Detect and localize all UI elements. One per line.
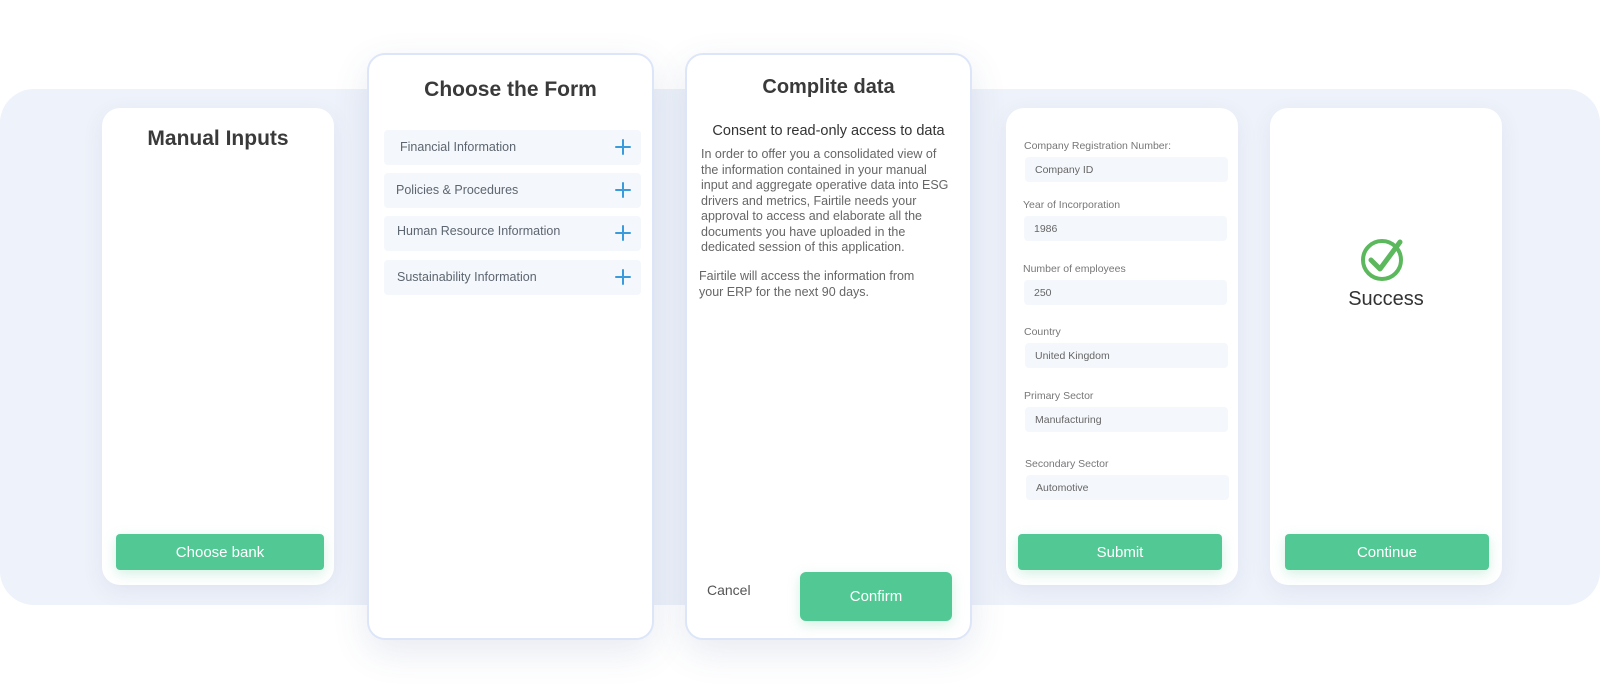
cancel-button[interactable]: Cancel (707, 582, 751, 598)
check-circle-icon (1361, 239, 1403, 281)
manual-inputs-title: Manual Inputs (147, 127, 289, 150)
manual-inputs-card: Manual Inputs Choose bank (102, 108, 334, 585)
confirm-button[interactable]: Confirm (800, 572, 952, 621)
plus-icon[interactable] (615, 182, 631, 198)
choose-form-title: Choose the Form (424, 78, 597, 101)
consent-line: input and aggregate operative data into … (701, 178, 949, 192)
consent-subtitle: Consent to read-only access to data (712, 123, 945, 139)
consent-line: Fairtile will access the information fro… (699, 269, 915, 283)
accordion-sustainability-information[interactable]: Sustainability Information (384, 260, 641, 295)
primary-sector-input[interactable]: Manufacturing (1025, 407, 1228, 432)
field-label: Secondary Sector (1025, 458, 1109, 470)
choose-form-card: Choose the Form Financial Information Po… (367, 53, 654, 640)
plus-icon[interactable] (615, 139, 631, 155)
accordion-label: Human Resource Information (397, 224, 561, 238)
accordion-label: Financial Information (400, 140, 517, 154)
accordion-financial-information[interactable]: Financial Information (384, 130, 641, 165)
accordion-label: Sustainability Information (397, 270, 537, 284)
consent-paragraph-2: Fairtile will access the information fro… (699, 269, 914, 300)
plus-icon[interactable] (615, 225, 631, 241)
consent-line: dedicated session of this application. (701, 240, 905, 254)
field-label: Company Registration Number: (1024, 140, 1172, 152)
accordion-policies-procedures[interactable]: Policies & Procedures (384, 173, 641, 208)
plus-icon[interactable] (615, 269, 631, 285)
field-label: Primary Sector (1024, 390, 1094, 402)
continue-button[interactable]: Continue (1285, 534, 1489, 570)
field-label: Year of Incorporation (1023, 199, 1121, 211)
accordion-label: Policies & Procedures (396, 183, 519, 197)
field-label: Country (1024, 326, 1061, 338)
country-input[interactable]: United Kingdom (1025, 343, 1228, 368)
accordion-human-resource-information[interactable]: Human Resource Information (384, 216, 641, 251)
secondary-sector-input[interactable]: Automotive (1026, 475, 1229, 500)
field-label: Number of employees (1023, 263, 1126, 275)
number-of-employees-input[interactable]: 250 (1024, 280, 1227, 305)
consent-line: documents you have uploaded in the (701, 224, 906, 239)
company-form-card: Company Registration Number: Company ID … (1006, 108, 1238, 585)
company-id-input[interactable]: Company ID (1025, 157, 1228, 182)
year-of-incorporation-input[interactable]: 1986 (1024, 216, 1227, 241)
consent-line: the information contained in your manual (701, 162, 927, 177)
consent-card: Complite data Consent to read-only acces… (685, 53, 972, 640)
choose-bank-button[interactable]: Choose bank (116, 534, 324, 570)
success-card: Success Continue (1270, 108, 1502, 585)
consent-paragraph: In order to offer you a consolidated vie… (701, 147, 948, 256)
consent-line: drivers and metrics, Fairtile needs your (701, 193, 917, 208)
submit-button[interactable]: Submit (1018, 534, 1222, 570)
consent-line: In order to offer you a consolidated vie… (701, 147, 937, 161)
consent-card-title: Complite data (762, 76, 895, 98)
success-label: Success (1348, 288, 1424, 310)
consent-line: your ERP for the next 90 days. (699, 284, 870, 299)
consent-line: approval to access and elaborate all the (701, 209, 922, 223)
